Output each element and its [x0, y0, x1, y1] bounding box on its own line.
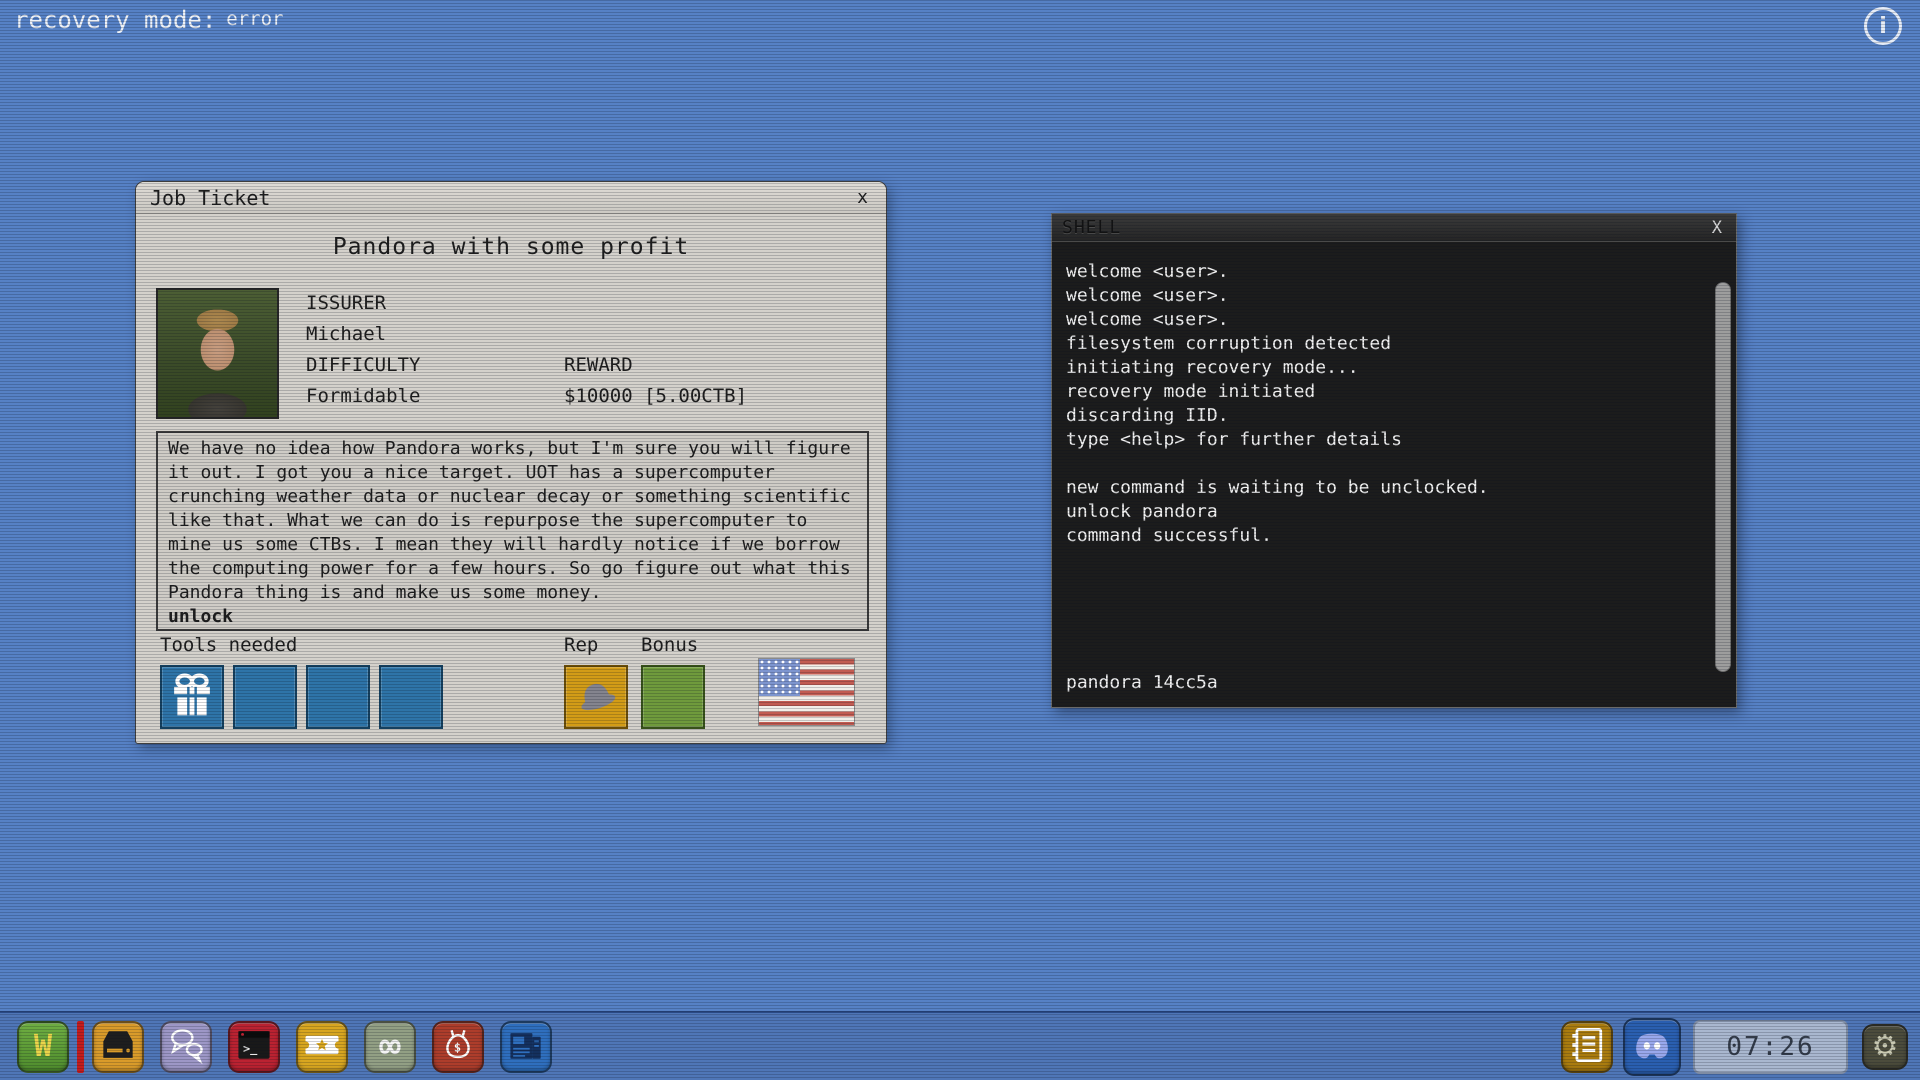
shell-output: welcome <user>.welcome <user>.welcome <u… [1066, 260, 1702, 548]
taskbar-item-drive[interactable] [92, 1021, 144, 1073]
job-ticket-titlebar[interactable]: Job Ticket x [136, 182, 886, 214]
settings-gear-icon: ⚙ [1872, 1032, 1899, 1062]
info-icon[interactable]: i [1864, 7, 1902, 45]
taskbar: W >_ [0, 1011, 1920, 1080]
infinity-icon: ∞ [379, 1029, 401, 1065]
recovery-status-value: error [226, 8, 283, 30]
bonus-label: Bonus [641, 634, 698, 656]
job-ticket-close-button[interactable]: x [853, 189, 872, 207]
hat-icon [569, 668, 623, 726]
taskbar-item-terminal[interactable]: >_ [228, 1021, 280, 1073]
tools-needed-label: Tools needed [160, 634, 297, 656]
shell-line [1066, 452, 1702, 476]
rep-tile [564, 665, 628, 729]
shell-line: initiating recovery mode... [1066, 356, 1702, 380]
flag-canton [759, 659, 800, 696]
rep-label: Rep [564, 634, 598, 656]
taskbar-clock: 07:26 [1693, 1020, 1848, 1074]
recovery-status: recovery mode: error [14, 6, 284, 34]
w-logo-icon: W [34, 1029, 52, 1064]
shell-title: SHELL [1062, 217, 1121, 238]
job-description: We have no idea how Pandora works, but I… [168, 437, 857, 605]
tool-slot-empty [233, 665, 297, 729]
job-description-box: We have no idea how Pandora works, but I… [156, 431, 869, 631]
shell-line: type <help> for further details [1066, 428, 1702, 452]
united-states-flag [758, 658, 855, 726]
taskbar-item-money-bag[interactable]: $ [432, 1021, 484, 1073]
shell-line: command successful. [1066, 524, 1702, 548]
info-icon-glyph: i [1879, 14, 1887, 39]
reward-value: $10000 [5.00CTB] [564, 385, 747, 407]
reward-label: REWARD [564, 354, 633, 376]
taskbar-item-w-logo[interactable]: W [17, 1021, 69, 1073]
tool-slot-gift [160, 665, 224, 729]
chat-icon [164, 1023, 208, 1071]
taskbar-item-journal[interactable] [1561, 1021, 1613, 1073]
drive-icon [96, 1023, 140, 1071]
shell-line: discarding IID. [1066, 404, 1702, 428]
taskbar-item-settings[interactable]: ⚙ [1862, 1024, 1908, 1070]
svg-text:$: $ [454, 1040, 461, 1054]
taskbar-right: 07:26 ⚙ [1561, 1018, 1908, 1076]
tool-slot-empty [379, 665, 443, 729]
clock-time: 07:26 [1726, 1032, 1814, 1062]
recovery-status-label: recovery mode: [14, 6, 216, 34]
shell-line: filesystem corruption detected [1066, 332, 1702, 356]
taskbar-item-infinity[interactable]: ∞ [364, 1021, 416, 1073]
tools-needed-slots [160, 665, 443, 729]
taskbar-item-chat[interactable] [160, 1021, 212, 1073]
issuer-label: ISSURER [306, 292, 386, 314]
svg-text:>_: >_ [243, 1041, 258, 1056]
shell-prompt: pandora 14cc5a [1066, 672, 1218, 693]
bonus-tile [641, 665, 705, 729]
taskbar-divider [77, 1021, 84, 1073]
shell-line: new command is waiting to be unclocked. [1066, 476, 1702, 500]
job-description-command: unlock [168, 605, 857, 629]
notepad-icon [504, 1023, 548, 1071]
job-ticket-title: Job Ticket [150, 186, 270, 210]
taskbar-item-ticket[interactable] [296, 1021, 348, 1073]
terminal-icon: >_ [232, 1023, 276, 1071]
issuer-photo [156, 288, 279, 419]
gift-icon [166, 669, 218, 725]
ticket-icon [300, 1023, 344, 1071]
discord-icon [1627, 1020, 1677, 1074]
shell-line: recovery mode initiated [1066, 380, 1702, 404]
shell-line: welcome <user>. [1066, 260, 1702, 284]
shell-line: unlock pandora [1066, 500, 1702, 524]
shell-line: welcome <user>. [1066, 308, 1702, 332]
shell-scrollbar[interactable] [1715, 276, 1731, 699]
difficulty-label: DIFFICULTY [306, 354, 420, 376]
job-title: Pandora with some profit [136, 234, 886, 260]
difficulty-value: Formidable [306, 385, 420, 407]
issuer-name: Michael [306, 323, 386, 345]
shell-window: SHELL X welcome <user>.welcome <user>.we… [1051, 213, 1737, 708]
shell-line: welcome <user>. [1066, 284, 1702, 308]
shell-body[interactable]: welcome <user>.welcome <user>.welcome <u… [1052, 242, 1736, 707]
journal-icon [1565, 1023, 1609, 1071]
taskbar-item-discord[interactable] [1623, 1018, 1681, 1076]
shell-scrollbar-thumb[interactable] [1715, 282, 1731, 672]
shell-close-button[interactable]: X [1708, 218, 1726, 238]
tool-slot-empty [306, 665, 370, 729]
job-ticket-window: Job Ticket x Pandora with some profit IS… [135, 181, 887, 744]
taskbar-item-notepad[interactable] [500, 1021, 552, 1073]
shell-titlebar[interactable]: SHELL X [1052, 214, 1736, 242]
money-bag-icon: $ [436, 1023, 480, 1071]
